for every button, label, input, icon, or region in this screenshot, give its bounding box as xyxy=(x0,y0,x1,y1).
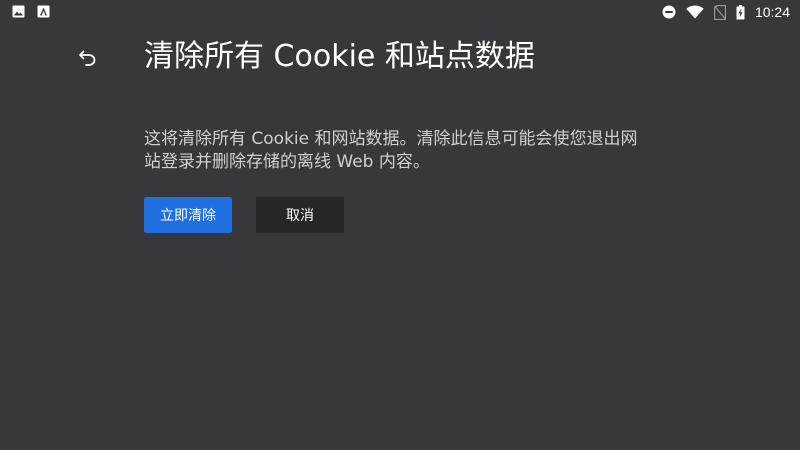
description-text: 这将清除所有 Cookie 和网站数据。清除此信息可能会使您退出网站登录并删除存… xyxy=(144,129,638,172)
do-not-disturb-icon xyxy=(662,5,676,19)
back-button[interactable] xyxy=(72,42,104,74)
no-sim-icon xyxy=(713,4,726,20)
wifi-icon xyxy=(686,5,704,19)
clock-time: 10:24 xyxy=(754,4,790,20)
cancel-button[interactable]: 取消 xyxy=(256,197,344,233)
clear-now-button[interactable]: 立即清除 xyxy=(144,197,232,233)
battery-icon xyxy=(736,4,745,19)
app-notification-icon xyxy=(37,5,50,18)
image-icon xyxy=(12,5,25,18)
page-title: 清除所有 Cookie 和站点数据 xyxy=(144,39,535,74)
back-arrow-icon xyxy=(79,50,96,66)
status-bar: 10:24 xyxy=(0,0,800,24)
